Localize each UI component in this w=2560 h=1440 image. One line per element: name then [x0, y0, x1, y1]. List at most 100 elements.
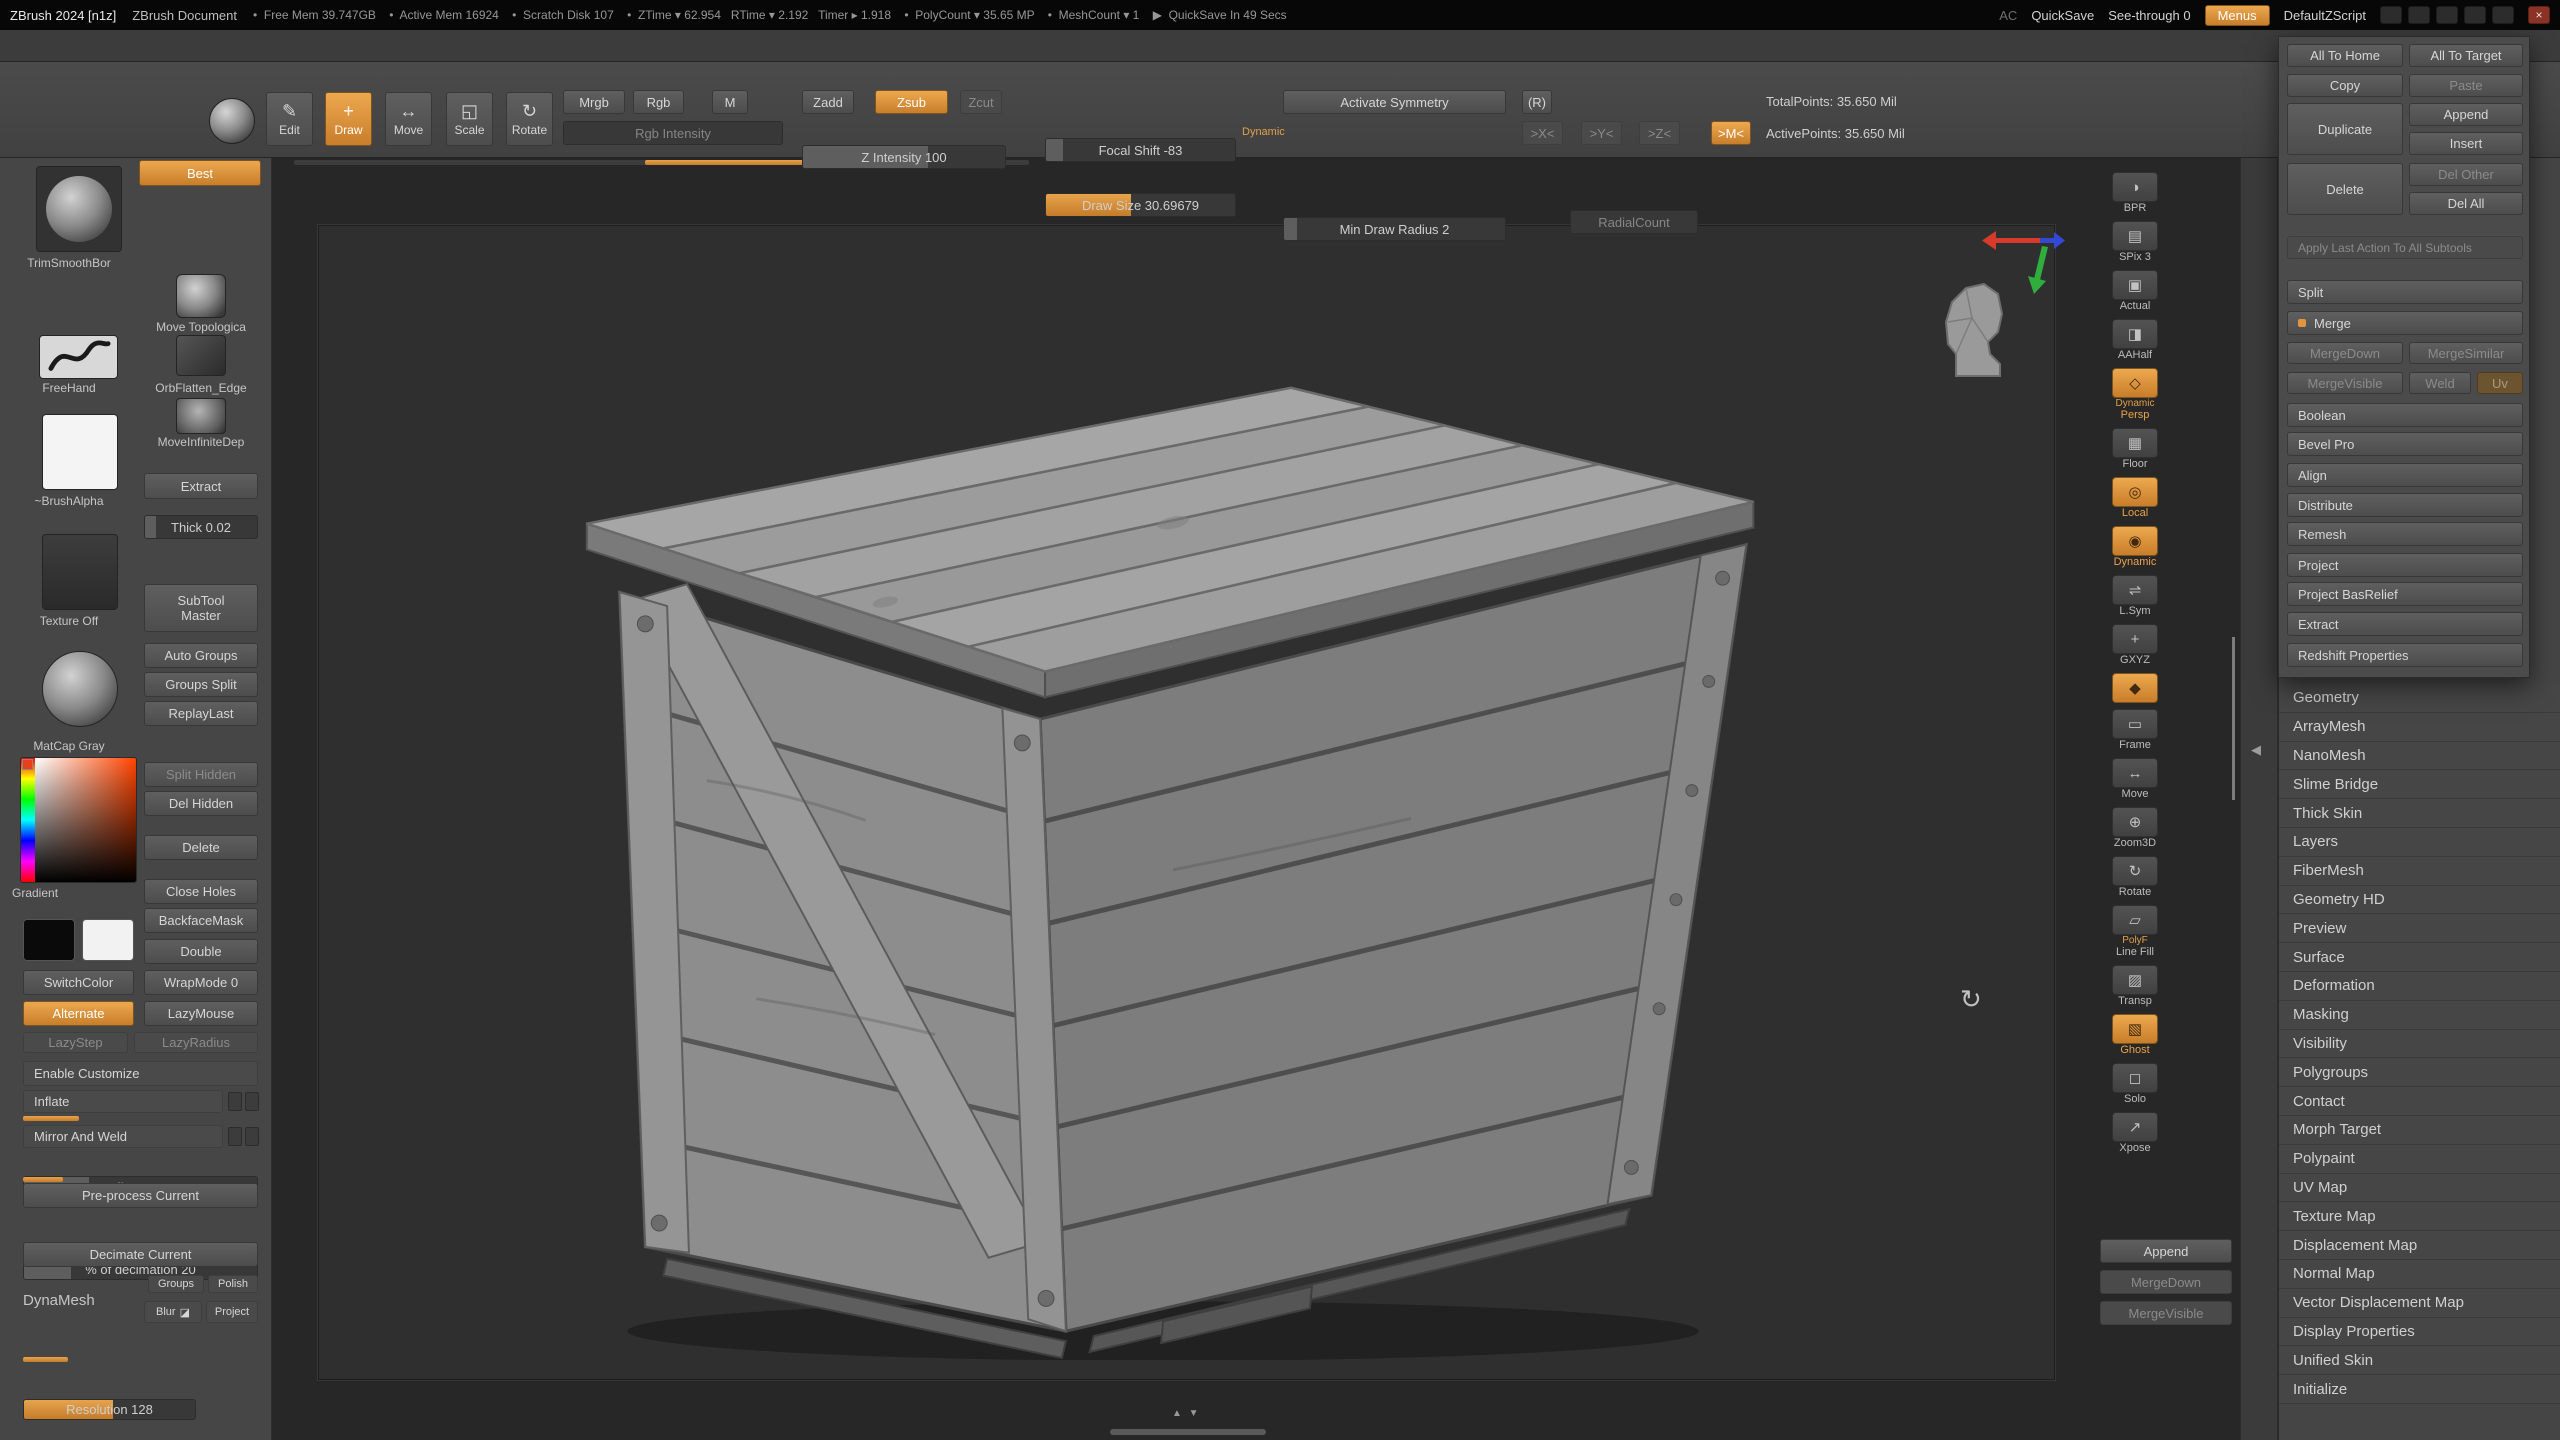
material-preview-sphere[interactable]	[209, 98, 255, 144]
subtool-mergevisible-button[interactable]: MergeVisible	[2100, 1301, 2232, 1325]
gyro-icon[interactable]: ◆	[2096, 673, 2174, 703]
resolution-slider[interactable]: Resolution 128	[23, 1399, 196, 1420]
dynamic-tag[interactable]: Dynamic	[1242, 126, 1285, 138]
tool-section-geometry-hd[interactable]: Geometry HD	[2279, 886, 2560, 915]
split-hidden-button[interactable]: Split Hidden	[144, 762, 258, 787]
activate-symmetry-button[interactable]: Activate Symmetry	[1283, 90, 1506, 114]
focal-shift-slider[interactable]: Focal Shift -83	[1045, 138, 1236, 162]
sym-z-toggle[interactable]: >Z<	[1639, 121, 1680, 145]
z-intensity-slider[interactable]: Z Intensity 100	[802, 145, 1006, 169]
shelf-frame[interactable]: ▭ Frame	[2096, 709, 2174, 752]
split-button[interactable]: Split	[2287, 280, 2523, 304]
tool-section-display-properties[interactable]: Display Properties	[2279, 1318, 2560, 1347]
shelf-bpr[interactable]: ◑ BPR	[2096, 172, 2174, 215]
shelf-floor[interactable]: ▦ Floor	[2096, 428, 2174, 471]
remesh-button[interactable]: Remesh	[2287, 522, 2523, 546]
secondary-color-swatch[interactable]	[82, 919, 134, 961]
zadd-button[interactable]: Zadd	[802, 90, 854, 114]
brush-thumb-move-topological[interactable]	[176, 274, 226, 318]
shelf-move[interactable]: ↔ Move	[2096, 758, 2174, 801]
double-button[interactable]: Double	[144, 939, 258, 964]
tool-section-slime-bridge[interactable]: Slime Bridge	[2279, 770, 2560, 799]
matcap-thumb[interactable]	[42, 651, 118, 727]
shelf-linefill[interactable]: ▱ PolyF Line Fill	[2096, 905, 2174, 959]
hue-strip[interactable]	[21, 758, 35, 882]
mergedown-button[interactable]: MergeDown	[2287, 342, 2403, 364]
tool-section-unified-skin[interactable]: Unified Skin	[2279, 1346, 2560, 1375]
default-zscript-button[interactable]: DefaultZScript	[2284, 8, 2366, 23]
shelf-aahalf[interactable]: ◨ AAHalf	[2096, 319, 2174, 362]
project-button[interactable]: Project	[2287, 553, 2523, 577]
canvas-top-scrollbar-thumb[interactable]	[645, 160, 812, 165]
thick-slider[interactable]: Thick 0.02	[144, 515, 258, 539]
distribute-button[interactable]: Distribute	[2287, 493, 2523, 517]
enable-customize-button[interactable]: Enable Customize	[23, 1061, 258, 1086]
radial-toggle-button[interactable]: (R)	[1522, 90, 1552, 114]
brush-thumb-orbflatten[interactable]	[176, 335, 226, 376]
canvas-bottom-scrollbar[interactable]	[1110, 1429, 1266, 1435]
tool-section-preview[interactable]: Preview	[2279, 914, 2560, 943]
shelf-ghost[interactable]: ▧ Ghost	[2096, 1014, 2174, 1057]
insert-button[interactable]: Insert	[2409, 132, 2523, 155]
extract-button[interactable]: Extract	[144, 473, 258, 499]
tool-section-masking[interactable]: Masking	[2279, 1001, 2560, 1030]
replay-last-button[interactable]: ReplayLast	[144, 701, 258, 726]
copy-button[interactable]: Copy	[2287, 74, 2403, 97]
sym-y-toggle[interactable]: >Y<	[1581, 121, 1622, 145]
boolean-button[interactable]: Boolean	[2287, 403, 2523, 427]
uv-toggle[interactable]: Uv	[2477, 372, 2523, 394]
saturation-square[interactable]	[35, 758, 136, 882]
m-button[interactable]: M	[712, 90, 748, 114]
shelf-dynamic[interactable]: ◉ Dynamic	[2096, 526, 2174, 569]
append-button[interactable]: Append	[2409, 103, 2523, 126]
rgb-button[interactable]: Rgb	[633, 90, 684, 114]
tool-section-polypaint[interactable]: Polypaint	[2279, 1145, 2560, 1174]
inflate-axis-icon[interactable]	[228, 1092, 242, 1111]
close-icon[interactable]: ×	[2528, 6, 2550, 24]
divider-collapse-handle[interactable]: ◀	[2251, 742, 2261, 758]
draw-button[interactable]: + Draw	[325, 92, 372, 146]
delete-subtool-button[interactable]: Delete	[2287, 163, 2403, 215]
see-through-button[interactable]: See-through 0	[2108, 8, 2190, 23]
shelf-transp[interactable]: ▨ Transp	[2096, 965, 2174, 1008]
all-to-target-button[interactable]: All To Target	[2409, 44, 2523, 67]
tool-section-thick-skin[interactable]: Thick Skin	[2279, 799, 2560, 828]
del-all-button[interactable]: Del All	[2409, 192, 2523, 215]
tool-section-initialize[interactable]: Initialize	[2279, 1375, 2560, 1404]
gradient-toggle[interactable]: Gradient	[12, 886, 92, 900]
shelf-lsym[interactable]: ⇌ L.Sym	[2096, 575, 2174, 618]
shelf-rotate[interactable]: ↻ Rotate	[2096, 856, 2174, 899]
tool-section-morph-target[interactable]: Morph Target	[2279, 1116, 2560, 1145]
panel-divider[interactable]: ◀	[2240, 158, 2278, 1440]
tool-section-visibility[interactable]: Visibility	[2279, 1030, 2560, 1059]
alpha-thumb[interactable]	[42, 414, 118, 490]
dynamesh-groups-button[interactable]: Groups	[148, 1275, 204, 1293]
wrapmode-button[interactable]: WrapMode 0	[144, 970, 258, 995]
tool-section-polygroups[interactable]: Polygroups	[2279, 1058, 2560, 1087]
lazyradius-button[interactable]: LazyRadius	[134, 1032, 258, 1053]
tool-section-texture-map[interactable]: Texture Map	[2279, 1202, 2560, 1231]
rotate-button[interactable]: ↻ Rotate	[506, 92, 553, 146]
tool-section-vector-displacement-map[interactable]: Vector Displacement Map	[2279, 1289, 2560, 1318]
document-viewport[interactable]: ↻ ▲ ▼	[272, 158, 2240, 1440]
tool-section-surface[interactable]: Surface	[2279, 943, 2560, 972]
tool-section-geometry[interactable]: Geometry	[2279, 684, 2560, 713]
all-to-home-button[interactable]: All To Home	[2287, 44, 2403, 67]
tool-section-normal-map[interactable]: Normal Map	[2279, 1260, 2560, 1289]
edit-button[interactable]: ✎ Edit	[266, 92, 313, 146]
sym-x-toggle[interactable]: >X<	[1522, 121, 1563, 145]
zsub-button[interactable]: Zsub	[875, 90, 948, 114]
preprocess-current-button[interactable]: Pre-process Current	[23, 1183, 258, 1208]
shelf-xpose[interactable]: ↗ Xpose	[2096, 1112, 2174, 1155]
shelf-actual[interactable]: ▣ Actual	[2096, 270, 2174, 313]
dynamesh-polish-button[interactable]: Polish	[208, 1275, 258, 1293]
sym-m-toggle[interactable]: >M<	[1711, 121, 1751, 145]
subtool-master-button[interactable]: SubTool Master	[144, 584, 258, 632]
mirror-axis-icon[interactable]	[228, 1127, 242, 1146]
mrgb-button[interactable]: Mrgb	[563, 90, 625, 114]
book-icon[interactable]	[2408, 6, 2430, 24]
shelf-zoom3d[interactable]: ⊕ Zoom3D	[2096, 807, 2174, 850]
mirror-and-weld-button[interactable]: Mirror And Weld	[23, 1125, 223, 1148]
shelf-local[interactable]: ◎ Local	[2096, 477, 2174, 520]
weld-button[interactable]: Weld	[2409, 372, 2471, 394]
